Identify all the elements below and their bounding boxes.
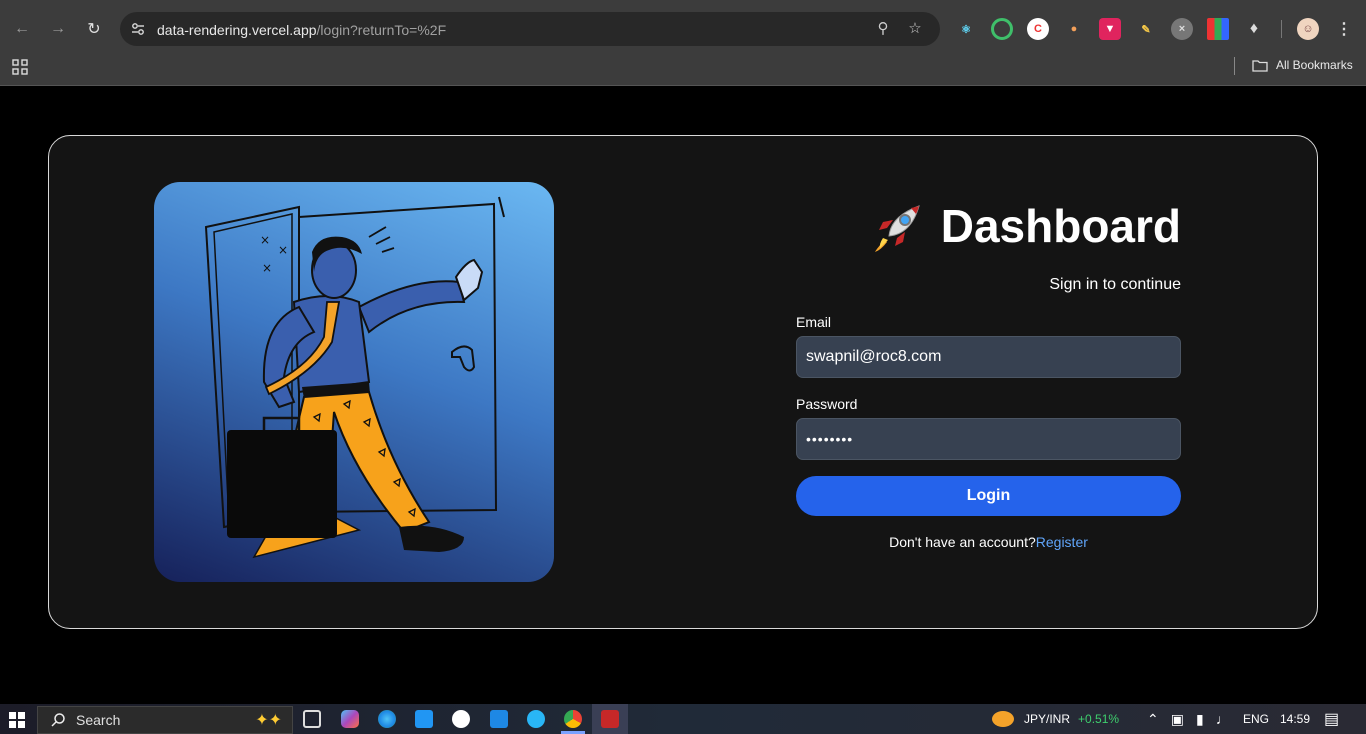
profile-avatar[interactable]: ☺ xyxy=(1297,18,1319,40)
telegram-icon[interactable] xyxy=(527,710,545,728)
ticker-name: JPY/INR xyxy=(1024,712,1071,726)
login-illustration: × × × xyxy=(154,182,554,582)
url-text[interactable]: data-rendering.vercel.app/login?returnTo… xyxy=(157,22,446,38)
pencil-extension-icon[interactable]: ✎ xyxy=(1135,18,1157,40)
todo-app-icon[interactable] xyxy=(490,710,508,728)
x-extension-icon[interactable]: × xyxy=(1171,18,1193,40)
url-path: /login?returnTo=%2F xyxy=(316,22,447,38)
all-bookmarks-label: All Bookmarks xyxy=(1276,58,1353,72)
address-bar[interactable]: data-rendering.vercel.app/login?returnTo… xyxy=(120,12,940,46)
svg-text:×: × xyxy=(278,243,288,257)
bottle-extension-icon[interactable]: ● xyxy=(1063,18,1085,40)
edge-browser-icon[interactable] xyxy=(378,710,396,728)
bookmark-star-icon[interactable]: ☆ xyxy=(906,20,924,38)
search-icon xyxy=(51,713,65,727)
svg-text:×: × xyxy=(262,261,272,275)
camera-icon[interactable]: ▣ xyxy=(1171,711,1184,728)
extensions-puzzle-icon[interactable]: ♦ xyxy=(1243,18,1265,40)
chevron-up-icon[interactable]: ⌃ xyxy=(1147,711,1159,728)
active-app-icon[interactable] xyxy=(601,710,619,728)
github-app-icon[interactable] xyxy=(452,710,470,728)
password-field[interactable]: •••••••• xyxy=(796,418,1181,460)
clock-time: 14:59 xyxy=(1280,712,1311,726)
register-prompt: Don't have an account?Register xyxy=(796,534,1181,550)
forward-icon[interactable]: → xyxy=(46,17,70,41)
stock-widget[interactable]: JPY/INR +0.51% xyxy=(992,704,1119,734)
back-icon[interactable]: ← xyxy=(10,17,34,41)
chrome-icon[interactable] xyxy=(564,710,582,728)
menu-kebab-icon[interactable]: ⋮ xyxy=(1333,18,1355,40)
apps-grid-icon[interactable] xyxy=(12,59,28,75)
vscode-icon[interactable] xyxy=(415,710,433,728)
no-account-text: Don't have an account? xyxy=(889,534,1036,550)
coin-stack-icon xyxy=(992,711,1014,727)
system-tray: ⌃ ▣ ▮ ♩ xyxy=(1147,704,1230,734)
notifications-icon[interactable]: ▤ xyxy=(1324,704,1339,734)
password-key-icon[interactable]: ⚲ xyxy=(874,20,892,38)
brand-header: Dashboard xyxy=(796,196,1181,256)
copilot-sparkle-icon[interactable]: ✦✦ xyxy=(255,710,282,730)
login-card: × × × Dashboard Sign in to continue Emai… xyxy=(48,135,1318,629)
language-indicator[interactable]: ENG xyxy=(1243,704,1269,734)
register-link[interactable]: Register xyxy=(1036,534,1088,550)
password-label: Password xyxy=(796,396,858,412)
login-button[interactable]: Login xyxy=(796,476,1181,516)
taskbar-search[interactable]: Search ✦✦ xyxy=(37,706,293,734)
bookmarks-divider xyxy=(1234,57,1235,75)
copilot-app-icon[interactable] xyxy=(341,710,359,728)
folder-icon xyxy=(1252,59,1268,72)
toolbar-divider xyxy=(1281,20,1282,38)
person-opening-door-illustration: × × × xyxy=(204,196,505,559)
login-form: Dashboard Sign in to continue Email swap… xyxy=(796,196,1181,550)
all-bookmarks-button[interactable]: All Bookmarks xyxy=(1252,58,1353,72)
site-settings-icon[interactable] xyxy=(130,21,146,37)
page-title: Dashboard xyxy=(940,200,1181,252)
rocket-icon xyxy=(874,205,920,252)
reload-icon[interactable]: ↻ xyxy=(82,17,106,41)
subtitle: Sign in to continue xyxy=(1049,276,1181,293)
colorgrid-extension-icon[interactable] xyxy=(1207,18,1229,40)
password-value: •••••••• xyxy=(806,431,854,447)
language-label: ENG xyxy=(1243,712,1270,726)
pocket-extension-icon[interactable]: ▼ xyxy=(1099,18,1121,40)
bookmarks-bar: All Bookmarks xyxy=(0,48,1366,86)
svg-text:×: × xyxy=(260,233,270,247)
clock[interactable]: 14:59 xyxy=(1280,704,1310,734)
react-devtools-extension-icon[interactable]: ⚛ xyxy=(955,18,977,40)
green-ring-extension-icon[interactable] xyxy=(991,18,1013,40)
task-view-icon[interactable] xyxy=(303,710,321,728)
c-extension-icon[interactable]: C xyxy=(1027,18,1049,40)
url-host: data-rendering.vercel.app xyxy=(157,22,317,38)
speaker-icon[interactable]: ♩ xyxy=(1216,711,1230,727)
email-field[interactable]: swapnil@roc8.com xyxy=(796,336,1181,378)
battery-icon[interactable]: ▮ xyxy=(1196,711,1204,728)
search-placeholder: Search xyxy=(76,712,121,728)
ticker-change: +0.51% xyxy=(1078,712,1120,726)
email-value: swapnil@roc8.com xyxy=(806,348,942,365)
email-label: Email xyxy=(796,314,832,330)
windows-start-icon[interactable] xyxy=(9,712,25,728)
page-body: × × × Dashboard Sign in to continue Emai… xyxy=(0,87,1366,704)
taskbar: Search ✦✦ JPY/INR +0.51% ⌃ ▣ ▮ ♩ ENG 14:… xyxy=(0,704,1366,734)
